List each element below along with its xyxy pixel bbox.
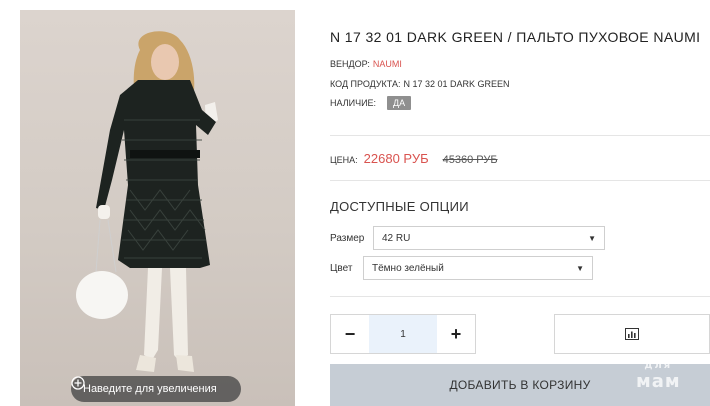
product-code-label: КОД ПРОДУКТА: — [330, 79, 401, 89]
product-title: N 17 32 01 DARK GREEN / ПАЛЬТО ПУХОВОЕ N… — [330, 29, 701, 45]
color-option-row: Цвет Тёмно зелёный ▼ — [330, 256, 593, 280]
product-code-value: N 17 32 01 DARK GREEN — [403, 79, 510, 89]
product-code-row: КОД ПРОДУКТА: N 17 32 01 DARK GREEN — [330, 79, 510, 89]
stock-badge: ДА — [387, 96, 412, 110]
size-option-row: Размер 42 RU ▼ — [330, 226, 605, 250]
divider — [330, 296, 710, 297]
bar-chart-icon — [625, 328, 639, 340]
price-row: ЦЕНА: 22680 РУБ 45360 РУБ — [330, 151, 498, 166]
decrease-quantity-button[interactable]: − — [331, 315, 369, 353]
zoom-hint-label: Наведите для увеличения — [83, 383, 217, 395]
caret-down-icon: ▼ — [576, 263, 584, 273]
plus-circle-icon — [71, 376, 85, 390]
watermark-bottom: мам — [636, 371, 681, 392]
vendor-label: ВЕНДОР: — [330, 59, 370, 69]
color-select[interactable]: Тёмно зелёный ▼ — [363, 256, 593, 280]
zoom-hint-button[interactable]: Наведите для увеличения — [71, 376, 241, 402]
quantity-input[interactable]: 1 — [369, 315, 437, 353]
divider — [330, 135, 710, 136]
options-title: ДОСТУПНЫЕ ОПЦИИ — [330, 199, 469, 214]
increase-quantity-button[interactable]: + — [437, 315, 475, 353]
price-current: 22680 РУБ — [363, 151, 429, 166]
quantity-stepper: − 1 + — [330, 314, 476, 354]
price-old: 45360 РУБ — [442, 154, 498, 166]
size-label: Размер — [330, 232, 365, 244]
compare-button[interactable] — [554, 314, 710, 354]
vendor-link[interactable]: NAUMI — [373, 59, 402, 69]
stock-row: НАЛИЧИЕ: ДА — [330, 96, 412, 110]
divider — [330, 180, 710, 181]
color-select-value: Тёмно зелёный — [372, 262, 444, 274]
price-label: ЦЕНА: — [330, 155, 358, 165]
vendor-row: ВЕНДОР: NAUMI — [330, 59, 402, 69]
product-image[interactable]: Наведите для увеличения — [20, 10, 295, 406]
size-select[interactable]: 42 RU ▼ — [373, 226, 605, 250]
size-select-value: 42 RU — [382, 232, 411, 244]
product-photo-illustration — [76, 31, 218, 372]
caret-down-icon: ▼ — [588, 233, 596, 243]
site-watermark: для мам — [636, 358, 681, 392]
stock-label: НАЛИЧИЕ: — [330, 98, 377, 108]
